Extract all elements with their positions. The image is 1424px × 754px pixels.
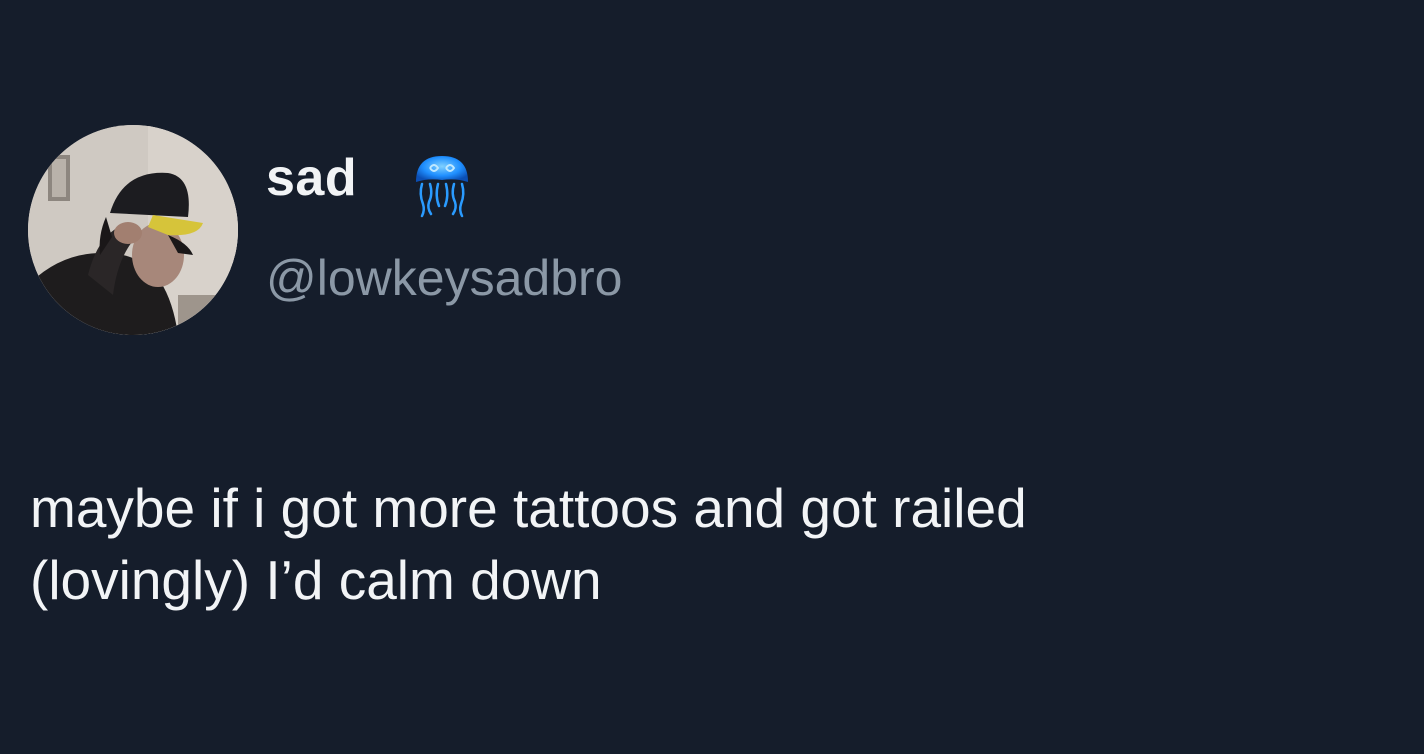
avatar[interactable] — [28, 125, 238, 335]
jellyfish-icon — [416, 156, 468, 218]
display-name[interactable]: sad — [266, 152, 357, 204]
tweet-card: sad @lowkeysadbro maybe if i got more ta… — [0, 0, 1424, 754]
tweet-text-line: maybe if i got more tattoos and got rail… — [30, 477, 1027, 539]
tweet-text-line: (lovingly) I’d calm down — [30, 549, 602, 611]
tweet-text: maybe if i got more tattoos and got rail… — [30, 472, 1410, 616]
user-handle[interactable]: @lowkeysadbro — [266, 253, 622, 303]
profile-photo — [28, 125, 238, 335]
